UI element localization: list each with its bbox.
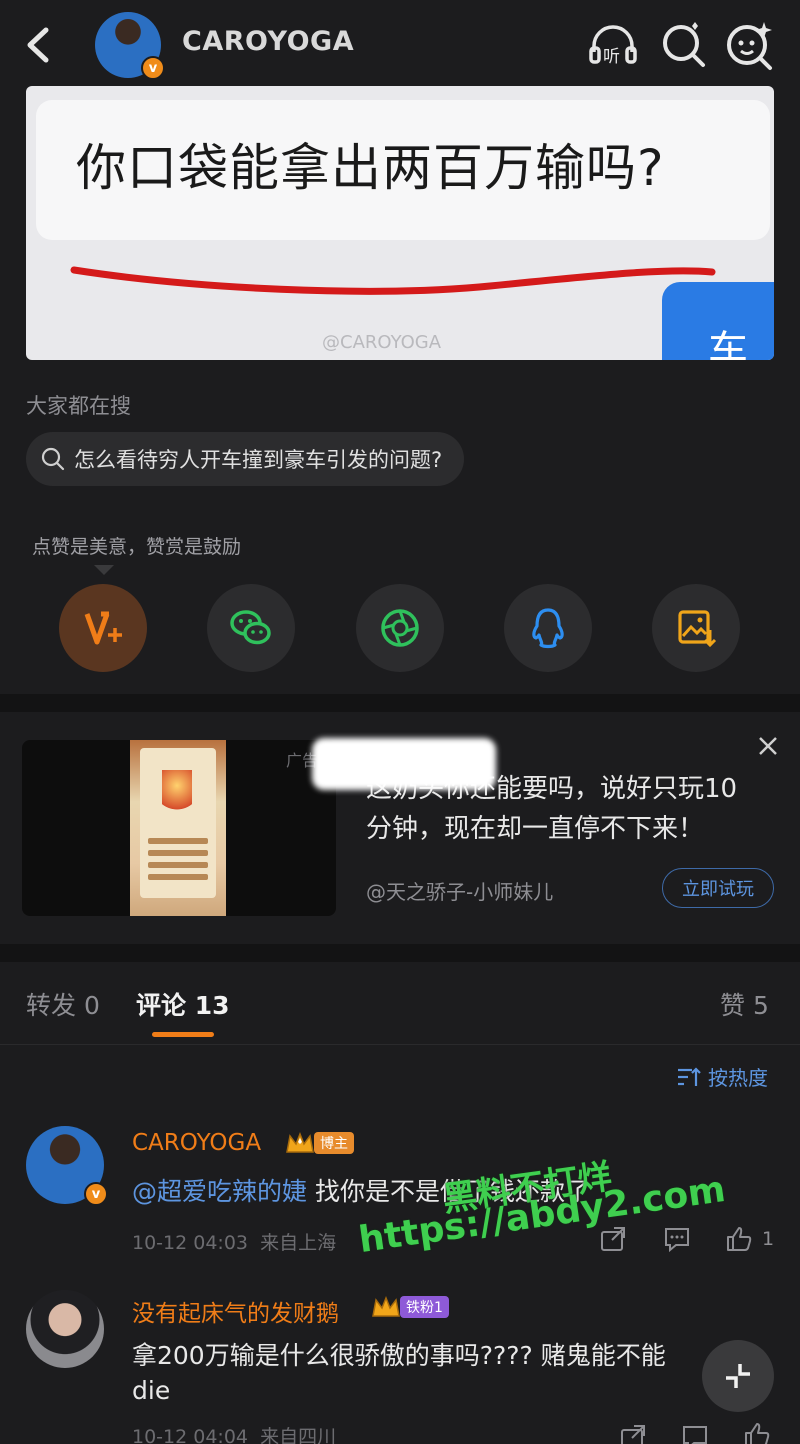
- trending-search-query: 怎么看待穷人开车撞到豪车引发的问题?: [74, 448, 443, 472]
- comment-author[interactable]: 没有起床气的发财鹅: [132, 1294, 339, 1328]
- like-icon[interactable]: [742, 1420, 772, 1444]
- encourage-caption: 点赞是美意，赞赏是鼓励: [32, 536, 242, 558]
- tab-comments[interactable]: 评论 13: [136, 986, 230, 1022]
- tabs-divider: [0, 1044, 800, 1045]
- share-icon[interactable]: [598, 1224, 628, 1254]
- fan-badge: 铁粉1: [400, 1296, 449, 1318]
- ad-game-row: [148, 874, 208, 880]
- collapse-corner-icon: [726, 1364, 750, 1388]
- crown-icon: [372, 1295, 400, 1317]
- save-image-icon: [678, 610, 717, 648]
- comment-location: 来自四川: [260, 1426, 337, 1444]
- section-divider: [0, 694, 800, 712]
- collapse-float-button[interactable]: [702, 1340, 774, 1412]
- avatar[interactable]: [26, 1290, 104, 1368]
- comment-time: 10-12 04:03: [132, 1232, 249, 1254]
- comment-meta: 10-12 04:04 来自四川: [132, 1422, 336, 1444]
- ad-game-row: [148, 838, 208, 844]
- ad-phone-screen: [130, 740, 226, 916]
- moments-aperture-icon: [381, 609, 419, 647]
- verified-badge: v: [84, 1182, 108, 1206]
- back-icon[interactable]: [14, 20, 64, 70]
- ad-cta-button[interactable]: 立即试玩: [662, 868, 774, 908]
- author-badge: 博主: [314, 1132, 354, 1154]
- sort-by-hot-button[interactable]: 按热度: [676, 1062, 768, 1091]
- reward-button[interactable]: [59, 584, 147, 672]
- comment-text-line2: die: [132, 1376, 171, 1405]
- author-name[interactable]: CAROYOGA: [182, 26, 354, 57]
- reply-icon[interactable]: [662, 1224, 692, 1254]
- wechat-share-button[interactable]: [207, 584, 295, 672]
- image-watermark: @CAROYOGA: [322, 332, 442, 353]
- redaction-blur: [312, 738, 496, 790]
- avatar[interactable]: v: [26, 1126, 108, 1206]
- tab-likes[interactable]: 赞 5: [720, 986, 769, 1022]
- qq-share-button[interactable]: [504, 584, 592, 672]
- qq-penguin-icon: [532, 608, 564, 649]
- red-underline: [70, 266, 716, 295]
- tab-repost[interactable]: 转发 0: [26, 986, 100, 1022]
- share-icon[interactable]: [618, 1422, 648, 1444]
- save-image-button[interactable]: [652, 584, 740, 672]
- crown-icon: [286, 1131, 314, 1153]
- sort-icon: [678, 1066, 701, 1086]
- sort-label: 按热度: [708, 1066, 768, 1090]
- comment-text-line1: 拿200万输是什么很骄傲的事吗???? 赌鬼能不能: [132, 1341, 666, 1370]
- moments-share-button[interactable]: [356, 584, 444, 672]
- like-count: 1: [762, 1228, 775, 1250]
- post-image[interactable]: 你口袋能拿出两百万输吗? 车 @CAROYOGA: [26, 86, 774, 360]
- ad-source[interactable]: @天之骄子-小师妹儿: [366, 876, 553, 905]
- caption-pointer: [94, 565, 114, 575]
- ad-text-line2: 分钟，现在却一直停不下来！: [366, 814, 705, 844]
- reply-icon[interactable]: [680, 1422, 710, 1444]
- listen-icon[interactable]: 听: [586, 18, 640, 72]
- ad-game-character: [162, 770, 192, 822]
- comment-mention[interactable]: @超爱吃辣的婕: [132, 1177, 307, 1206]
- svg-text:听: 听: [603, 47, 620, 67]
- reward-v-plus-icon: [84, 611, 122, 645]
- ad-card[interactable]: 广告 这奶头你还能要吗，说好只玩10 分钟，现在却一直停不下来！ @天之骄子-小…: [0, 712, 800, 944]
- blue-bubble-text: 车: [708, 328, 748, 360]
- comment-author[interactable]: CAROYOGA: [132, 1130, 261, 1156]
- close-icon[interactable]: [754, 732, 782, 760]
- comment-meta: 10-12 04:03 来自上海: [132, 1228, 336, 1255]
- search-icon[interactable]: [656, 18, 710, 72]
- comment-location: 来自上海: [260, 1232, 337, 1254]
- trending-search-label: 大家都在搜: [26, 394, 131, 418]
- wechat-icon: [230, 610, 271, 645]
- ad-game-row: [148, 862, 208, 868]
- verified-badge: v: [141, 56, 165, 80]
- ad-game-screen: [140, 748, 216, 898]
- section-divider: [0, 944, 800, 962]
- top-bar: v CAROYOGA 听: [0, 0, 800, 88]
- ad-game-row: [148, 850, 208, 856]
- like-icon[interactable]: [724, 1224, 754, 1254]
- comment-time: 10-12 04:04: [132, 1426, 249, 1444]
- image-headline: 你口袋能拿出两百万输吗?: [76, 139, 665, 197]
- search-icon: [41, 447, 65, 471]
- more-icon[interactable]: [722, 18, 776, 72]
- author-avatar[interactable]: v: [95, 12, 165, 80]
- trending-search-pill[interactable]: 怎么看待穷人开车撞到豪车引发的问题?: [26, 432, 465, 486]
- active-tab-indicator: [152, 1032, 214, 1037]
